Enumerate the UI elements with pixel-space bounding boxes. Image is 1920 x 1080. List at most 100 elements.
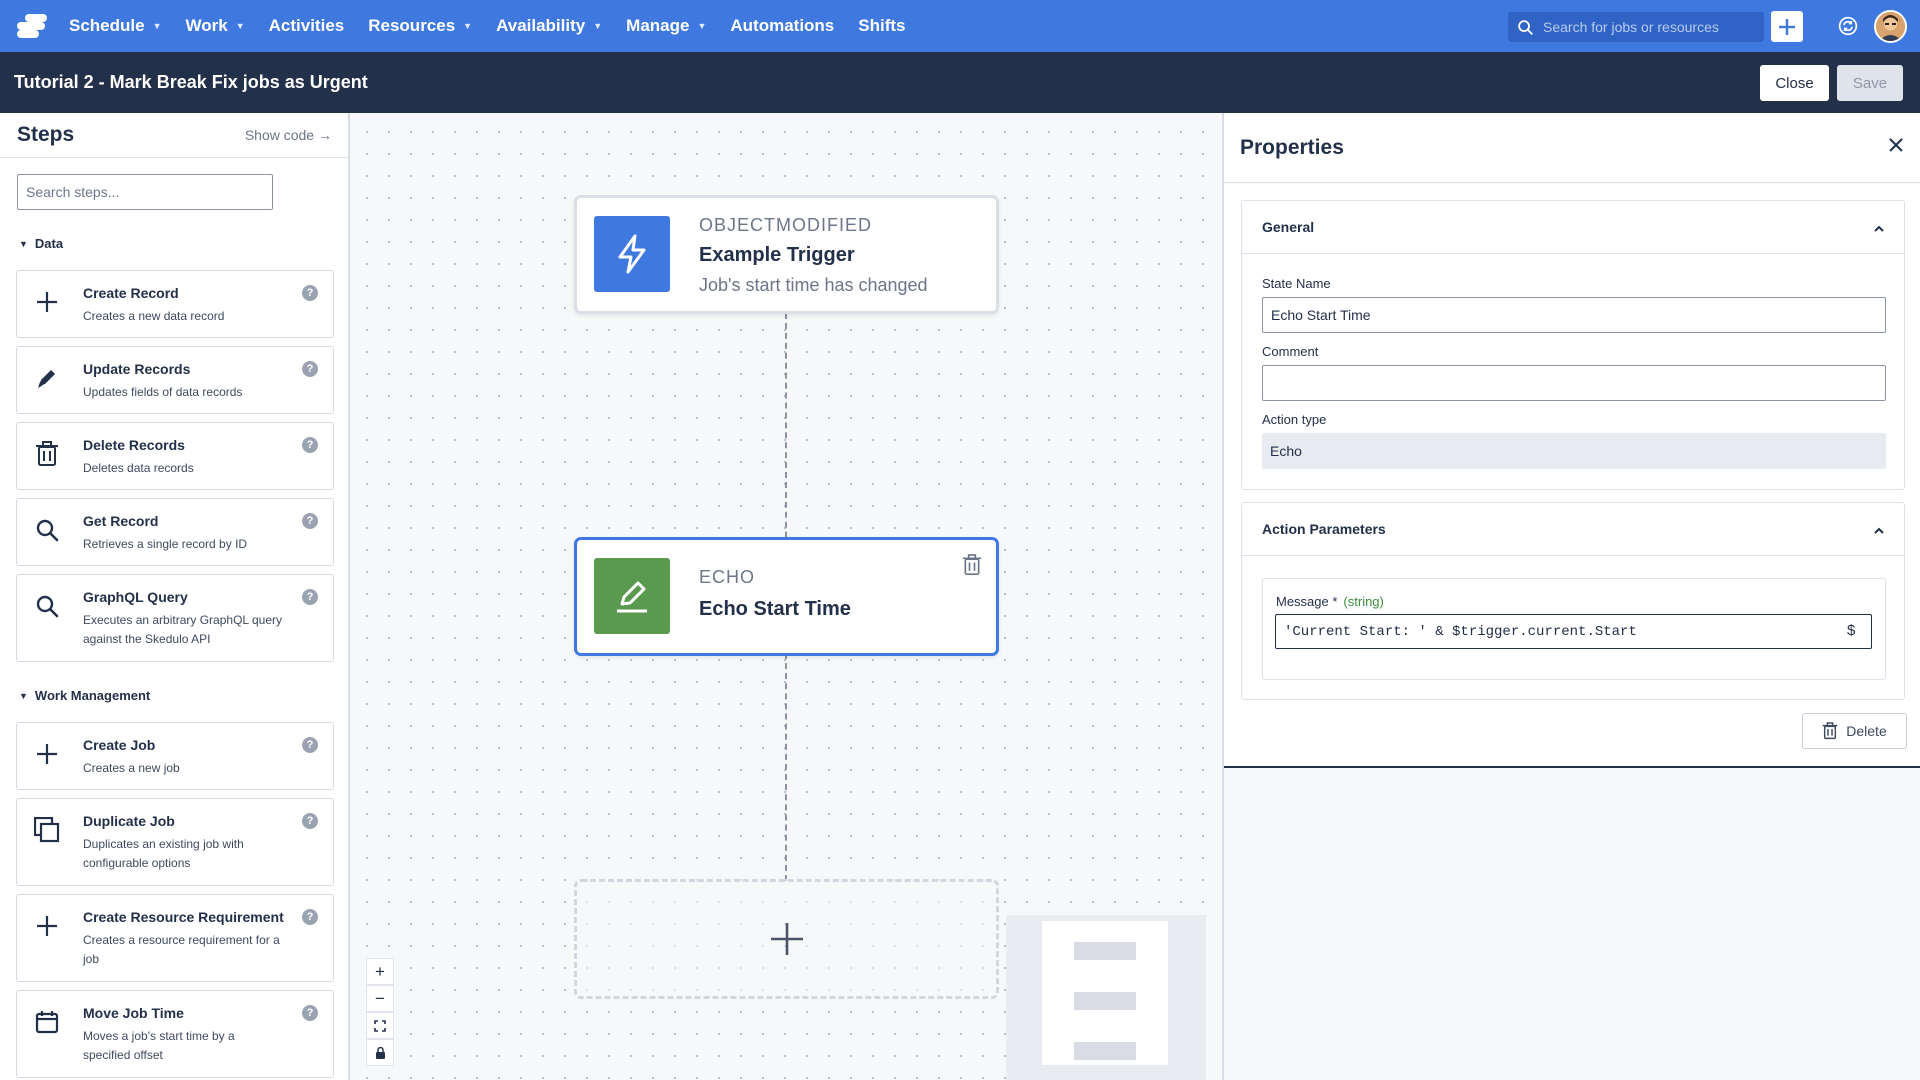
step-description: Moves a job's start time by a specified … xyxy=(83,1029,235,1062)
pencil-edit-icon xyxy=(594,558,670,634)
help-icon[interactable]: ? xyxy=(302,737,318,753)
search-steps-input[interactable] xyxy=(17,174,273,210)
section-toggle-work-management[interactable]: ▼ Work Management xyxy=(19,688,150,703)
lightning-icon xyxy=(594,216,670,292)
minimap-node xyxy=(1074,1042,1136,1060)
step-description: Creates a new data record xyxy=(83,309,225,323)
help-icon[interactable]: ? xyxy=(302,1005,318,1021)
action-parameters-header[interactable]: Action Parameters xyxy=(1242,503,1904,556)
step-get-record[interactable]: Get Record Retrieves a single record by … xyxy=(16,498,334,566)
step-delete-records[interactable]: Delete Records Deletes data records ? xyxy=(16,422,334,490)
help-icon[interactable]: ? xyxy=(302,285,318,301)
step-update-records[interactable]: Update Records Updates fields of data re… xyxy=(16,346,334,414)
step-create-job[interactable]: Create Job Creates a new job ? xyxy=(16,722,334,790)
help-icon[interactable]: ? xyxy=(302,513,318,529)
state-name-label: State Name xyxy=(1262,276,1331,291)
user-avatar[interactable] xyxy=(1874,10,1907,43)
automation-title-bar: Tutorial 2 - Mark Break Fix jobs as Urge… xyxy=(0,52,1920,113)
nav-label: Availability xyxy=(496,16,586,35)
delete-button[interactable]: Delete xyxy=(1802,713,1907,749)
nav-label: Automations xyxy=(730,16,835,35)
nav-shifts[interactable]: Shifts xyxy=(858,16,905,36)
help-icon[interactable]: ? xyxy=(302,589,318,605)
nav-resources[interactable]: Resources ▼ xyxy=(368,16,472,36)
nav-label: Manage xyxy=(626,16,690,35)
message-parameter: Message * (string) $ xyxy=(1262,578,1886,680)
top-navigation-bar: Schedule ▼ Work ▼ Activities Resources ▼ Av… xyxy=(0,0,1920,52)
step-name: Delete Records xyxy=(83,437,185,453)
step-description: Creates a resource requirement for a job xyxy=(83,933,280,966)
close-icon[interactable] xyxy=(1888,137,1904,158)
step-name: Get Record xyxy=(83,513,159,529)
trash-icon xyxy=(32,439,62,469)
workflow-canvas[interactable]: OBJECTMODIFIED Example Trigger Job's sta… xyxy=(350,113,1222,1080)
show-code-link[interactable]: Show code → xyxy=(245,127,332,143)
general-panel-header[interactable]: General xyxy=(1242,201,1904,254)
step-create-resource-requirement[interactable]: Create Resource Requirement Creates a re… xyxy=(16,894,334,982)
help-icon[interactable]: ? xyxy=(302,361,318,377)
state-name-input[interactable] xyxy=(1262,297,1886,333)
step-graphql-query[interactable]: GraphQL Query Executes an arbitrary Grap… xyxy=(16,574,334,662)
section-toggle-data[interactable]: ▼ Data xyxy=(19,236,63,251)
general-panel: General State Name Comment Action type E… xyxy=(1241,200,1905,490)
step-name: Create Record xyxy=(83,285,179,301)
properties-panel: Properties General State Name Comment Ac… xyxy=(1222,113,1920,1080)
step-name: Create Job xyxy=(83,737,156,753)
chevron-down-icon: ▼ xyxy=(19,238,28,249)
page-title: Tutorial 2 - Mark Break Fix jobs as Urge… xyxy=(14,72,368,92)
trash-icon[interactable] xyxy=(962,554,982,581)
nav-activities[interactable]: Activities xyxy=(269,16,345,36)
step-create-record[interactable]: Create Record Creates a new data record … xyxy=(16,270,334,338)
action-parameters-panel: Action Parameters Message * (string) $ xyxy=(1241,502,1905,700)
nav-automations[interactable]: Automations xyxy=(730,16,834,36)
lock-icon[interactable] xyxy=(366,1039,394,1066)
step-name: Create Resource Requirement xyxy=(83,909,284,925)
fit-view-icon[interactable] xyxy=(366,1012,394,1039)
duplicate-icon xyxy=(32,815,62,845)
nav-manage[interactable]: Manage ▼ xyxy=(626,16,706,36)
step-name: Move Job Time xyxy=(83,1005,184,1021)
steps-header: Steps Show code → xyxy=(0,113,348,158)
zoom-out-icon[interactable]: − xyxy=(366,985,394,1012)
add-step-placeholder[interactable] xyxy=(574,879,999,999)
step-description: Creates a new job xyxy=(83,761,180,775)
global-search-input[interactable] xyxy=(1543,19,1753,35)
help-icon[interactable]: ? xyxy=(302,437,318,453)
message-type: (string) xyxy=(1343,594,1384,609)
help-icon[interactable]: ? xyxy=(302,813,318,829)
steps-sidebar: Steps Show code → ▼ Data Create Record Cr… xyxy=(0,113,350,1080)
step-move-job-time[interactable]: Move Job Time Moves a job's start time b… xyxy=(16,990,334,1078)
node-subtitle: Job's start time has changed xyxy=(699,275,928,295)
nav-availability[interactable]: Availability ▼ xyxy=(496,16,602,36)
nav-schedule[interactable]: Schedule ▼ xyxy=(69,16,162,36)
minimap[interactable] xyxy=(1006,915,1206,1080)
message-input[interactable] xyxy=(1275,614,1872,649)
step-description: Deletes data records xyxy=(83,461,194,475)
panel-heading: Action Parameters xyxy=(1262,521,1386,537)
step-name: Update Records xyxy=(83,361,191,377)
comment-input[interactable] xyxy=(1262,365,1886,401)
chevron-down-icon: ▼ xyxy=(593,21,603,31)
chevron-down-icon: ▼ xyxy=(235,21,245,31)
nav-work[interactable]: Work ▼ xyxy=(186,16,245,36)
help-icon[interactable]: ? xyxy=(302,909,318,925)
step-description: Executes an arbitrary GraphQL query agai… xyxy=(83,613,282,646)
sync-icon[interactable] xyxy=(1838,16,1858,41)
trigger-node[interactable]: OBJECTMODIFIED Example Trigger Job's sta… xyxy=(574,195,999,314)
save-button[interactable]: Save xyxy=(1837,65,1903,101)
close-button[interactable]: Close xyxy=(1760,65,1829,101)
node-title: Echo Start Time xyxy=(699,598,851,620)
create-new-button[interactable] xyxy=(1771,11,1803,42)
zoom-controls: + − xyxy=(366,958,394,1066)
step-duplicate-job[interactable]: Duplicate Job Duplicates an existing job… xyxy=(16,798,334,886)
expression-icon[interactable]: $ xyxy=(1847,622,1855,639)
zoom-in-icon[interactable]: + xyxy=(366,958,394,985)
search-icon xyxy=(32,591,62,621)
nav-label: Resources xyxy=(368,16,456,35)
skedulo-logo-icon[interactable] xyxy=(17,13,47,39)
plus-icon xyxy=(32,287,62,317)
trash-icon xyxy=(1822,722,1838,740)
echo-node[interactable]: ECHO Echo Start Time xyxy=(574,537,999,656)
connector-line xyxy=(785,653,787,881)
action-type-value: Echo xyxy=(1262,433,1886,469)
